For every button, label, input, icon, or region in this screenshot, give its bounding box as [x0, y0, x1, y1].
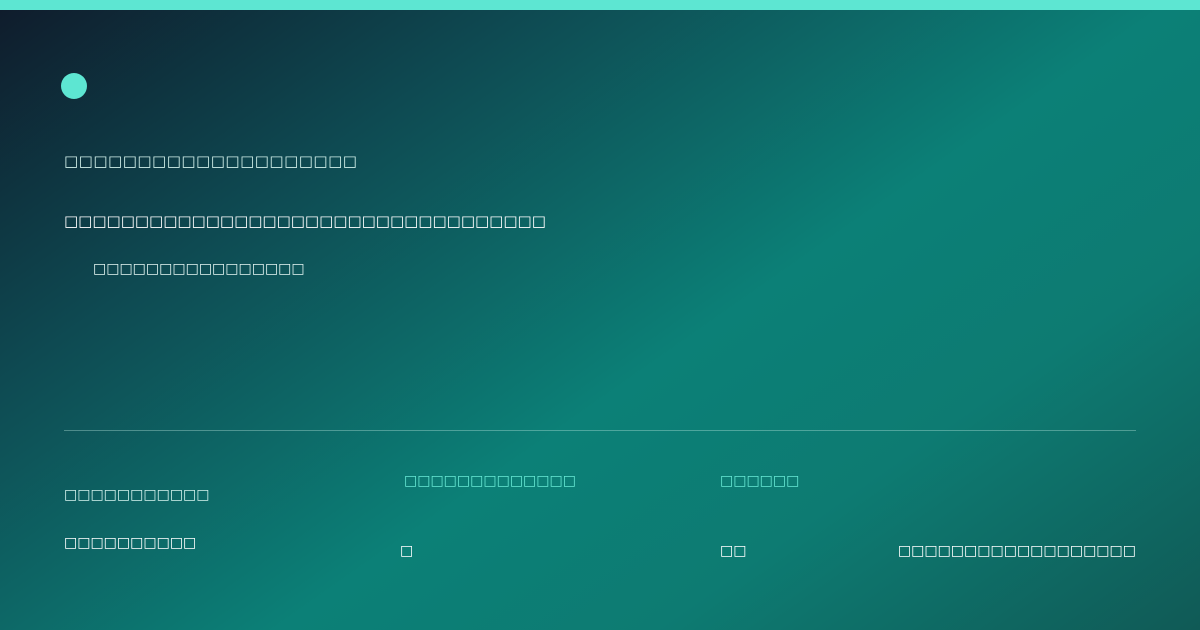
footer-field-3-value: □□ [720, 543, 747, 559]
subline-text: □□□□□□□□□□□□□□□□ [93, 261, 305, 277]
footer-field-2-value: □ [400, 543, 414, 559]
headline-text: □□□□□□□□□□□□□□□□□□□□□□□□□□□□□□□□□□ [64, 212, 546, 230]
social-card: □□□□□□□□□□□□□□□□□□□□ □□□□□□□□□□□□□□□□□□□… [0, 0, 1200, 630]
footer-field-1-label: □□□□□□□□□□□ [64, 487, 210, 503]
accent-top-bar [0, 0, 1200, 10]
brand-logo-dot [61, 73, 87, 99]
footer-field-4-value: □□□□□□□□□□□□□□□□□□ [897, 543, 1136, 559]
kicker-text: □□□□□□□□□□□□□□□□□□□□ [64, 152, 358, 170]
footer-field-1-value: □□□□□□□□□□ [64, 535, 197, 551]
footer-field-3-label: □□□□□□ [720, 473, 800, 489]
footer-divider [64, 430, 1136, 431]
footer-field-2-label: □□□□□□□□□□□□□ [404, 473, 576, 489]
